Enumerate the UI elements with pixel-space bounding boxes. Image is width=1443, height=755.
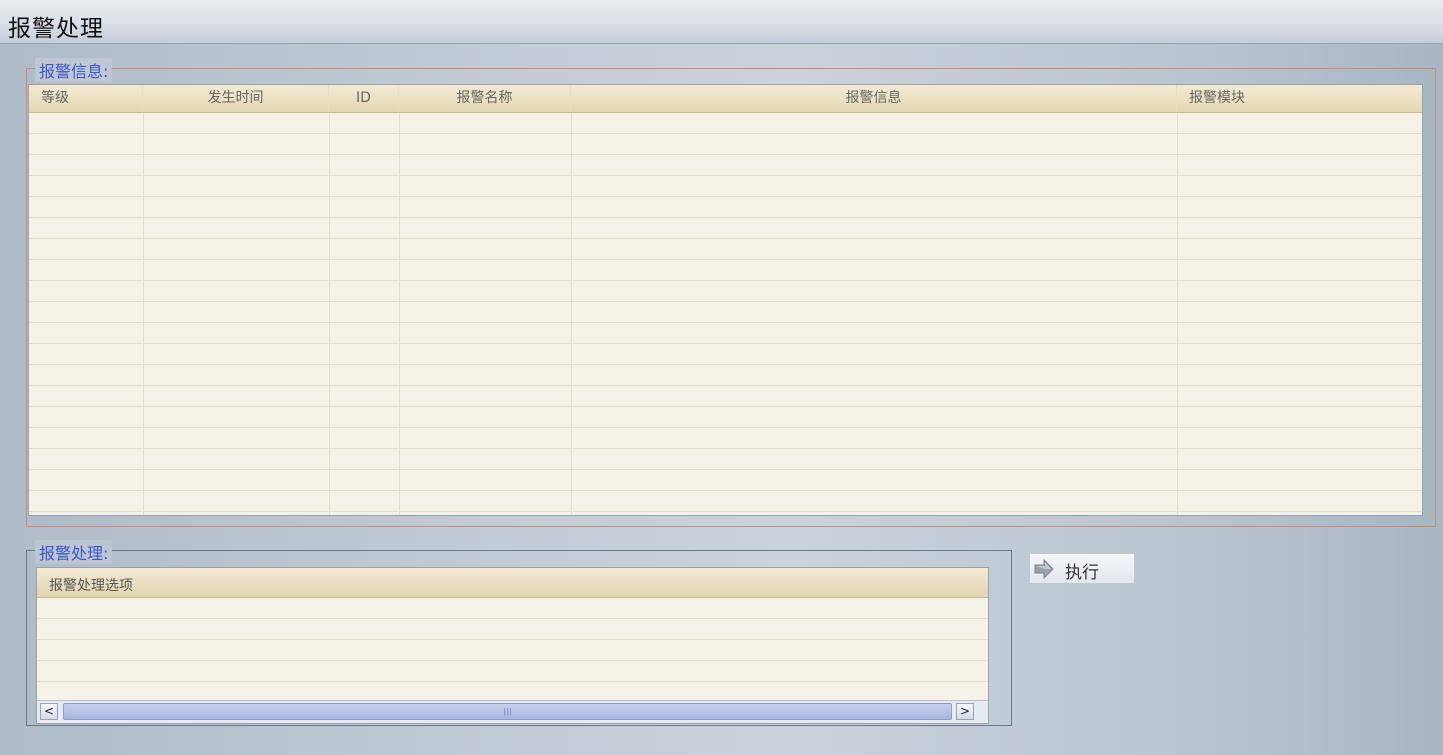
column-divider [143, 113, 144, 515]
window-title: 报警处理 [8, 16, 104, 42]
horizontal-scrollbar[interactable]: < > [37, 700, 988, 723]
alarm-table-header: 等级 发生时间 ID 报警名称 报警信息 报警模块 [29, 85, 1422, 113]
column-header-id[interactable]: ID [329, 85, 399, 112]
alarm-table-body[interactable] [29, 113, 1422, 515]
execute-button[interactable]: 执行 [1029, 553, 1135, 584]
column-header-alarm-info[interactable]: 报警信息 [571, 85, 1177, 112]
alarm-table[interactable]: 等级 发生时间 ID 报警名称 报警信息 报警模块 [28, 84, 1423, 516]
column-header-time[interactable]: 发生时间 [143, 85, 329, 112]
execute-button-label: 执行 [1065, 563, 1099, 583]
column-divider [399, 113, 400, 515]
scrollbar-grip-icon [503, 708, 512, 716]
arrow-right-icon [1033, 558, 1055, 580]
window-title-bar: 报警处理 [0, 0, 1443, 44]
alarm-handling-options-list[interactable]: 报警处理选项 < > [36, 567, 989, 724]
scrollbar-thumb[interactable] [63, 703, 952, 720]
scroll-left-button[interactable]: < [40, 703, 58, 720]
alarm-handling-legend: 报警处理: [35, 540, 113, 564]
options-list-body[interactable] [37, 598, 988, 701]
column-divider [329, 113, 330, 515]
column-divider [571, 113, 572, 515]
column-header-alarm-module[interactable]: 报警模块 [1177, 85, 1422, 112]
options-column-header[interactable]: 报警处理选项 [49, 575, 133, 595]
scroll-right-button[interactable]: > [956, 703, 974, 720]
column-divider [1177, 113, 1178, 515]
column-header-level[interactable]: 等级 [29, 85, 143, 112]
column-header-alarm-name[interactable]: 报警名称 [399, 85, 571, 112]
alarm-info-legend: 报警信息: [35, 58, 113, 82]
options-list-header: 报警处理选项 [37, 568, 988, 598]
